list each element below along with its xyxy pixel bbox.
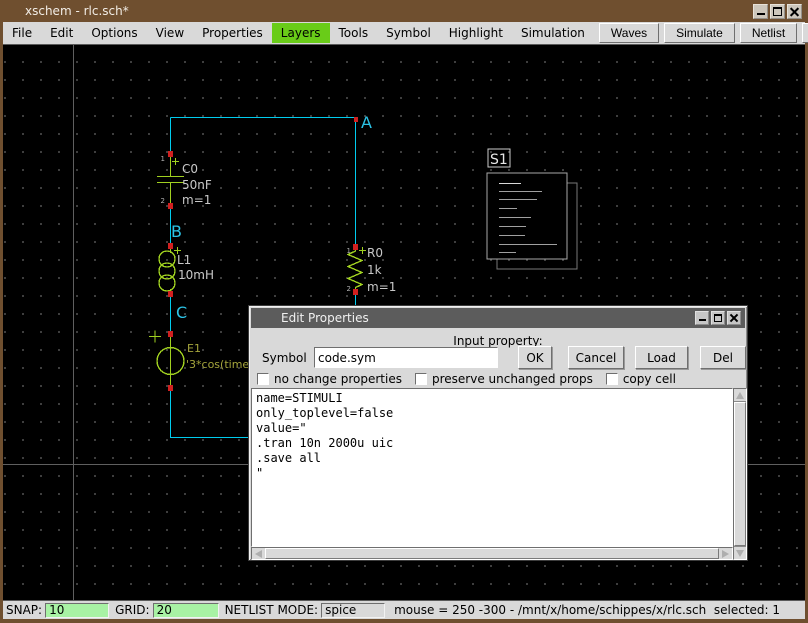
resistor-value: 1k xyxy=(367,263,382,277)
maximize-icon xyxy=(714,314,722,322)
scroll-left-button[interactable] xyxy=(252,548,265,559)
copy-cell-checkbox[interactable]: copy cell xyxy=(606,372,676,386)
menu-options[interactable]: Options xyxy=(82,23,146,43)
capacitor-mult: m=1 xyxy=(182,193,211,207)
scroll-right-button[interactable] xyxy=(719,548,732,559)
minimize-button[interactable] xyxy=(753,4,768,19)
scroll-down-button[interactable] xyxy=(734,546,746,559)
edit-properties-dialog: Edit Properties Input property: Symbol O… xyxy=(248,305,748,561)
window-controls xyxy=(753,4,802,19)
source-ref: E1 xyxy=(187,342,201,355)
waves-button[interactable]: Waves xyxy=(599,23,659,43)
window-title: xschem - rlc.sch* xyxy=(25,4,129,18)
menubar: File Edit Options View Properties Layers… xyxy=(3,22,805,45)
netlist-button[interactable]: Netlist xyxy=(740,23,797,43)
arrow-left-icon xyxy=(255,550,262,558)
close-icon xyxy=(790,7,799,16)
minimize-icon xyxy=(699,315,706,321)
arrow-up-icon xyxy=(736,392,744,399)
resistor-pin1-number: 1 xyxy=(347,247,351,255)
mouse-status-text: mouse = 250 -300 - /mnt/x/home/schippes/… xyxy=(394,603,780,617)
no-change-properties-label: no change properties xyxy=(274,372,402,386)
menu-edit[interactable]: Edit xyxy=(41,23,82,43)
net-label-b[interactable]: B xyxy=(171,222,182,241)
net-label-a[interactable]: A xyxy=(361,113,372,132)
preserve-unchanged-props-label: preserve unchanged props xyxy=(432,372,593,386)
capacitor-pin2-number: 2 xyxy=(161,197,165,205)
inductor-ref: L1 xyxy=(177,253,191,267)
window-titlebar[interactable]: xschem - rlc.sch* xyxy=(0,0,808,22)
dialog-checkbox-row: no change properties preserve unchanged … xyxy=(257,372,676,386)
checkbox-icon xyxy=(606,373,618,385)
properties-text-frame: name=STIMULI only_toplevel=false value="… xyxy=(251,388,747,560)
del-button[interactable]: Del xyxy=(700,346,746,369)
checkbox-icon xyxy=(257,373,269,385)
capacitor-c0[interactable]: C0 50nF m=1 1 2 xyxy=(157,154,212,207)
close-icon xyxy=(730,314,738,322)
menu-symbol[interactable]: Symbol xyxy=(377,23,440,43)
source-e1[interactable]: E1 '3*cos(time*ti xyxy=(149,331,262,389)
dialog-title: Edit Properties xyxy=(281,311,369,325)
menu-properties[interactable]: Properties xyxy=(193,23,272,43)
code-block-ref: S1 xyxy=(490,152,508,168)
close-button[interactable] xyxy=(787,4,802,19)
horizontal-scrollbar[interactable] xyxy=(251,547,733,560)
copy-cell-label: copy cell xyxy=(623,372,676,386)
preserve-unchanged-props-checkbox[interactable]: preserve unchanged props xyxy=(415,372,593,386)
netlist-mode-label: NETLIST MODE: xyxy=(225,603,319,617)
menu-file[interactable]: File xyxy=(3,23,41,43)
load-button[interactable]: Load xyxy=(635,346,688,369)
symbol-label: Symbol xyxy=(262,351,307,365)
arrow-right-icon xyxy=(722,550,729,558)
checkbox-icon xyxy=(415,373,427,385)
snap-input[interactable]: 10 xyxy=(45,603,109,618)
resistor-r0[interactable]: R0 1k m=1 1 2 xyxy=(347,246,397,294)
grid-input[interactable]: 20 xyxy=(153,603,219,618)
minimize-icon xyxy=(757,8,765,15)
horizontal-scroll-thumb[interactable] xyxy=(265,548,719,559)
code-block-s1[interactable]: S1 xyxy=(487,149,577,269)
no-change-properties-checkbox[interactable]: no change properties xyxy=(257,372,402,386)
dialog-controls xyxy=(695,311,741,325)
cancel-button[interactable]: Cancel xyxy=(568,346,624,369)
menu-layers[interactable]: Layers xyxy=(272,23,330,43)
resistor-ref: R0 xyxy=(367,246,383,260)
inductor-value: 10mH xyxy=(178,268,214,282)
statusbar: SNAP: 10 GRID: 20 NETLIST MODE: spice mo… xyxy=(3,600,805,619)
menu-simulation[interactable]: Simulation xyxy=(512,23,594,43)
net-label-c[interactable]: C xyxy=(176,303,187,322)
menu-view[interactable]: View xyxy=(147,23,193,43)
inductor-l1[interactable]: L1 10mH xyxy=(159,246,214,294)
dialog-maximize-button[interactable] xyxy=(711,311,725,325)
properties-textarea[interactable]: name=STIMULI only_toplevel=false value="… xyxy=(251,388,733,547)
resistor-mult: m=1 xyxy=(367,280,396,294)
dialog-titlebar[interactable]: Edit Properties xyxy=(251,308,745,328)
snap-label: SNAP: xyxy=(6,603,42,617)
capacitor-value: 50nF xyxy=(182,178,212,192)
dialog-minimize-button[interactable] xyxy=(695,311,709,325)
symbol-input[interactable] xyxy=(314,347,498,368)
scroll-up-button[interactable] xyxy=(734,389,746,402)
capacitor-pin1-number: 1 xyxy=(161,155,165,163)
maximize-button[interactable] xyxy=(770,4,785,19)
vertical-scroll-thumb[interactable] xyxy=(734,402,746,546)
netlist-mode-input[interactable]: spice xyxy=(321,603,385,618)
arrow-down-icon xyxy=(736,550,744,557)
vertical-scrollbar[interactable] xyxy=(733,388,747,560)
maximize-icon xyxy=(773,7,782,16)
dialog-close-button[interactable] xyxy=(727,311,741,325)
help-button[interactable]: Help xyxy=(802,23,808,43)
simulate-button[interactable]: Simulate xyxy=(664,23,735,43)
ok-button[interactable]: OK xyxy=(518,346,552,369)
menu-highlight[interactable]: Highlight xyxy=(440,23,512,43)
grid-label: GRID: xyxy=(115,603,149,617)
resistor-pin2-number: 2 xyxy=(347,285,351,293)
capacitor-ref: C0 xyxy=(182,162,198,176)
menu-tools[interactable]: Tools xyxy=(330,23,378,43)
